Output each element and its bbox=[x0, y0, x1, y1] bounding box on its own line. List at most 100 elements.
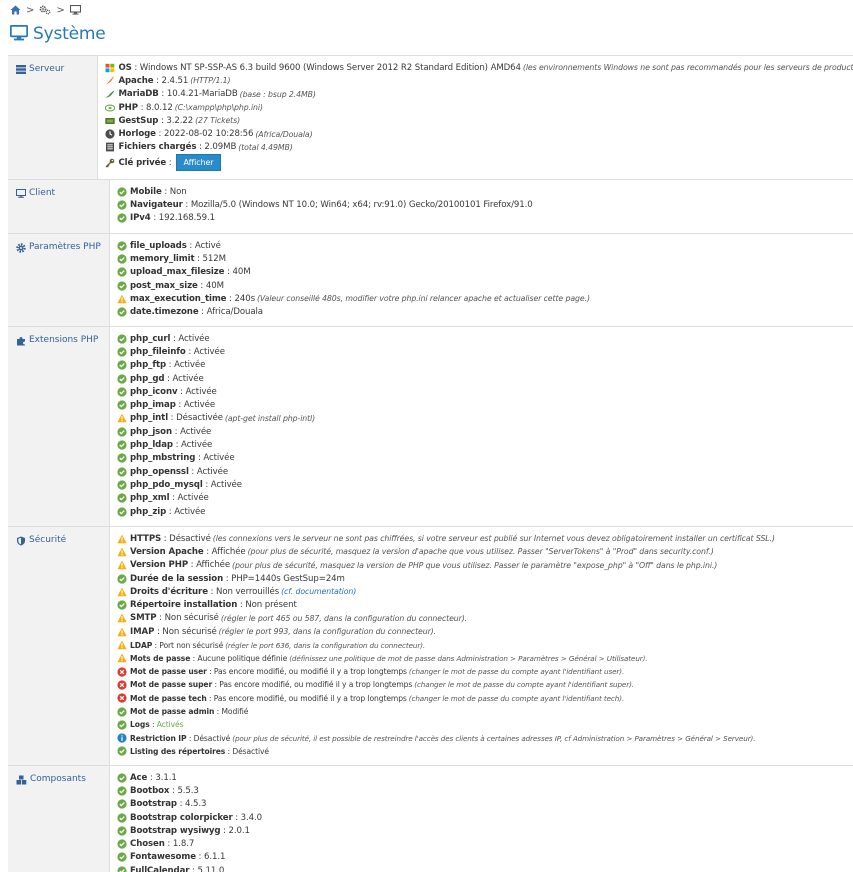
check-circle-icon bbox=[117, 773, 127, 783]
check-circle-icon bbox=[117, 600, 127, 610]
list-item: php_pdo_mysql : Activée bbox=[117, 478, 853, 491]
item-note: (changer le mot de passe du compte ayant… bbox=[408, 667, 625, 677]
documentation-link[interactable]: (cf. documentation) bbox=[281, 587, 356, 596]
item-value: Activée bbox=[193, 346, 225, 357]
mariadb-value: 10.4.21-MariaDB bbox=[166, 89, 238, 100]
horloge-label: Horloge bbox=[118, 129, 156, 140]
item-note: (les connexions vers le serveur ne sont … bbox=[212, 534, 775, 544]
list-item: Mot de passe tech : Pas encore modifié, … bbox=[117, 692, 853, 705]
list-item: php_curl : Activée bbox=[117, 332, 853, 345]
item-label: upload_max_filesize bbox=[130, 267, 225, 278]
list-item: Version Apache : Affichée (pour plus de s… bbox=[117, 545, 853, 558]
item-value: Activée bbox=[203, 453, 235, 464]
check-circle-icon bbox=[117, 334, 127, 344]
warning-icon bbox=[117, 547, 127, 557]
os-note: (les environnements Windows ne sont pas … bbox=[522, 63, 853, 73]
gestsup-note: (27 Tickets) bbox=[195, 116, 241, 126]
list-item: php_ldap : Activée bbox=[117, 438, 853, 451]
item-label: php_ftp bbox=[130, 360, 167, 371]
check-circle-icon bbox=[117, 467, 127, 477]
horloge-value: 2022-08-02 10:28:56 bbox=[163, 129, 254, 140]
item-value: 512M bbox=[202, 253, 227, 264]
os-row: OS : Windows NT SP-SSP-AS 6.3 build 9600… bbox=[105, 61, 853, 74]
item-value: 5.11.0 bbox=[197, 865, 225, 872]
item-label: IMAP bbox=[130, 626, 155, 637]
check-circle-icon bbox=[117, 480, 127, 490]
error-icon bbox=[117, 667, 127, 677]
section-label-text: Composants bbox=[30, 774, 86, 784]
list-item: php_gd : Activée bbox=[117, 372, 853, 385]
horloge-note: (Africa/Douala) bbox=[255, 129, 313, 139]
navigateur-row: Navigateur : Mozilla/5.0 (Windows NT 10.… bbox=[117, 198, 853, 211]
section-label: Extensions PHP bbox=[8, 327, 110, 526]
desktop-icon[interactable] bbox=[69, 5, 81, 15]
show-key-button[interactable]: Afficher bbox=[175, 154, 222, 172]
section-label-text: Paramètres PHP bbox=[29, 242, 101, 252]
list-item: Fontawesome : 6.1.1 bbox=[117, 851, 853, 864]
item-label: Mot de passe admin bbox=[130, 707, 215, 716]
item-value: 4.5.3 bbox=[185, 799, 207, 810]
list-item: php_mbstring : Activée bbox=[117, 452, 853, 465]
list-item: php_json : Activée bbox=[117, 425, 853, 438]
item-label: Restriction IP bbox=[130, 733, 187, 743]
php-value: 8.0.12 bbox=[146, 102, 173, 113]
home-icon[interactable] bbox=[10, 5, 21, 15]
mariadb-note: (base : bsup 2.4MB) bbox=[239, 89, 316, 99]
section-composants: Composants Ace : 3.1.1 Bootbox : 5.5.3 Boo… bbox=[8, 766, 853, 872]
item-value: Désactivé bbox=[232, 746, 269, 756]
check-circle-icon bbox=[117, 200, 127, 210]
list-item: Restriction IP : Désactivé (pour plus de … bbox=[117, 731, 853, 744]
check-circle-icon bbox=[117, 852, 127, 862]
item-label: Version PHP bbox=[130, 560, 189, 571]
mobile-row: Mobile : Non bbox=[117, 185, 853, 198]
item-label: Ace bbox=[130, 772, 148, 783]
check-circle-icon bbox=[117, 254, 127, 264]
check-circle-icon bbox=[117, 387, 127, 397]
item-label: Version Apache bbox=[130, 546, 204, 557]
section-label-text: Serveur bbox=[29, 64, 65, 74]
item-value: Activée bbox=[183, 400, 216, 411]
section-label: Paramètres PHP bbox=[8, 234, 110, 326]
item-value: Activée bbox=[172, 373, 204, 384]
item-label: php_openssl bbox=[130, 466, 189, 477]
section-php-ext: Extensions PHP php_curl : Activée php_fil… bbox=[8, 327, 853, 527]
item-note: (Valeur conseillé 480s, modifier votre p… bbox=[256, 294, 590, 304]
fichiers-note: (total 4.49MB) bbox=[238, 142, 293, 152]
horloge-row: Horloge : 2022-08-02 10:28:56 (Africa/Dou… bbox=[105, 127, 853, 140]
item-label: Listing des répertoires bbox=[130, 746, 226, 756]
ipv4-label: IPv4 bbox=[130, 213, 151, 224]
item-label: Fontawesome bbox=[130, 852, 196, 863]
cogs-icon[interactable] bbox=[39, 5, 51, 15]
warning-icon bbox=[117, 587, 127, 597]
list-item: Bootstrap wysiwyg : 2.0.1 bbox=[117, 824, 853, 837]
navigateur-label: Navigateur bbox=[130, 199, 183, 210]
warning-icon bbox=[117, 640, 127, 650]
check-circle-icon bbox=[117, 347, 127, 357]
item-value: 240s bbox=[234, 293, 255, 304]
item-value: Activée bbox=[185, 386, 217, 397]
check-circle-icon bbox=[117, 574, 127, 584]
item-label: Bootstrap colorpicker bbox=[130, 812, 233, 823]
item-value: Activée bbox=[210, 479, 242, 490]
item-value: Pas encore modifié, ou modifié il y a tr… bbox=[213, 667, 407, 677]
item-label: Mot de passe super bbox=[130, 680, 213, 690]
item-value: Non verrouillés bbox=[215, 586, 280, 597]
os-label: OS bbox=[118, 62, 132, 73]
item-value: 40M bbox=[205, 280, 224, 291]
item-label: HTTPS bbox=[130, 533, 162, 544]
php-row: PHP : 8.0.12 (C:\xampp\php\php.ini) bbox=[105, 101, 853, 114]
check-circle-icon bbox=[117, 493, 127, 503]
item-label: php_imap bbox=[130, 400, 176, 411]
check-circle-icon bbox=[117, 427, 127, 437]
item-label: Chosen bbox=[130, 839, 165, 850]
php-ext-list: php_curl : Activée php_fileinfo : Activée… bbox=[110, 327, 853, 526]
gestsup-value: 3.2.22 bbox=[166, 115, 194, 126]
cle-label: Clé privée bbox=[118, 157, 167, 168]
section-label: Composants bbox=[8, 766, 110, 872]
gear-icon bbox=[16, 242, 26, 256]
item-note: (régler le port 636, dans la configurati… bbox=[225, 640, 426, 650]
list-item: php_intl : Désactivée (apt-get install ph… bbox=[117, 412, 853, 425]
mariadb-label: MariaDB bbox=[118, 89, 159, 100]
error-icon bbox=[117, 680, 127, 690]
gestsup-label: GestSup bbox=[118, 115, 159, 126]
